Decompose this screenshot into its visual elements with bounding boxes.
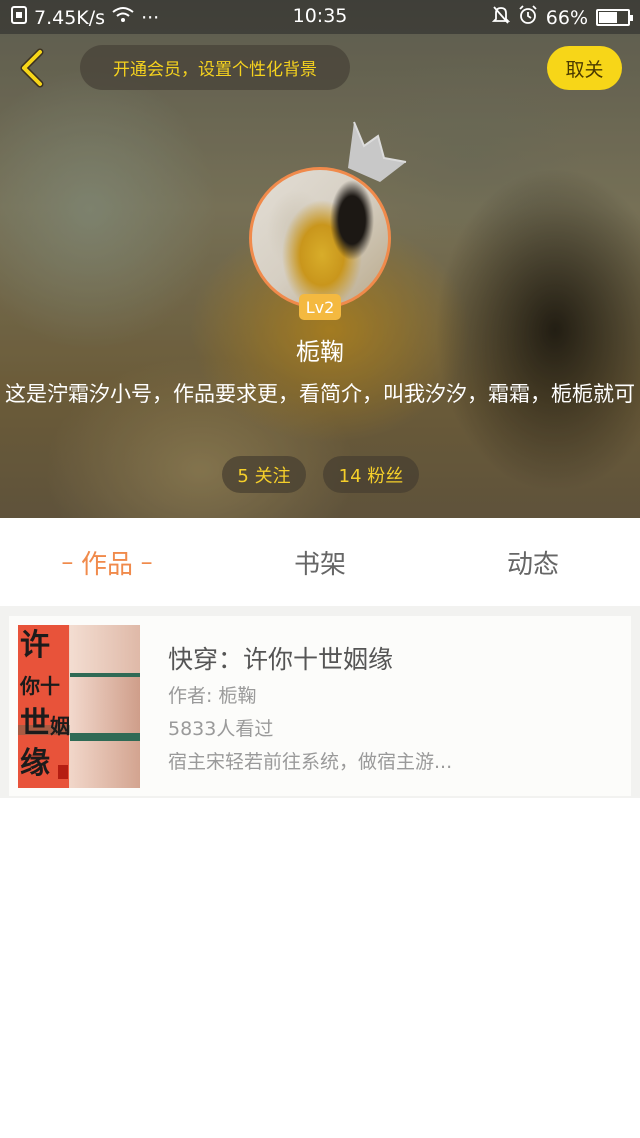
fans-count-button[interactable]: 14 粉丝	[323, 456, 419, 493]
battery-percent: 66%	[545, 6, 588, 29]
silent-bell-icon	[491, 5, 510, 30]
tab-dash-right: –	[133, 548, 153, 576]
tab-bookshelf[interactable]: 书架	[214, 518, 426, 606]
crown-icon	[348, 121, 407, 182]
tab-feed[interactable]: 动态	[426, 518, 640, 606]
works-list: 许 你十 世姻 缘 快穿：许你十世姻缘 作者: 栀鞠 5833人看过 宿主宋轻若…	[0, 606, 640, 798]
book-title: 快穿：许你十世姻缘	[168, 645, 394, 674]
tab-works[interactable]: – 作品 –	[0, 518, 214, 606]
cover-char: 姻	[50, 714, 70, 738]
unfollow-button[interactable]: 取关	[547, 46, 622, 90]
cover-char: 十	[40, 674, 60, 698]
back-button[interactable]	[14, 48, 54, 88]
avatar[interactable]	[249, 167, 391, 309]
following-count-button[interactable]: 5 关注	[222, 456, 306, 493]
tab-dash-left: –	[61, 548, 81, 576]
cover-seal	[58, 765, 68, 779]
book-description: 宿主宋轻若前往系统，做宿主游...	[168, 751, 453, 773]
alarm-icon	[518, 5, 538, 30]
battery-icon	[596, 9, 633, 26]
tab-works-label: 作品	[80, 549, 133, 580]
book-views: 5833人看过	[168, 718, 274, 740]
cover-char: 世	[20, 706, 50, 741]
status-bar: 7.45K/s ··· 10:35 66%	[0, 0, 640, 34]
book-author: 作者: 栀鞠	[168, 685, 257, 707]
cover-char: 你	[20, 674, 40, 698]
tab-bookshelf-label: 书架	[293, 549, 346, 580]
profile-tabs: – 作品 – 书架 动态	[0, 518, 640, 606]
avatar-image	[249, 167, 391, 309]
cover-title: 许 你十 世姻 缘	[20, 627, 78, 783]
book-cover: 许 你十 世姻 缘	[18, 625, 140, 788]
vip-banner[interactable]: 开通会员，设置个性化背景	[80, 45, 350, 90]
bio: 这是泞霜汐小号，作品要求更，看简介，叫我汐汐，霜霜，栀栀就可	[5, 382, 635, 406]
tab-feed-label: 动态	[506, 549, 559, 580]
cover-char: 缘	[20, 746, 50, 781]
chevron-left-icon	[20, 48, 44, 88]
username: 栀鞠	[296, 338, 344, 366]
level-badge: Lv2	[299, 294, 341, 320]
list-item[interactable]: 许 你十 世姻 缘 快穿：许你十世姻缘 作者: 栀鞠 5833人看过 宿主宋轻若…	[9, 616, 631, 796]
cover-char: 许	[20, 628, 50, 663]
